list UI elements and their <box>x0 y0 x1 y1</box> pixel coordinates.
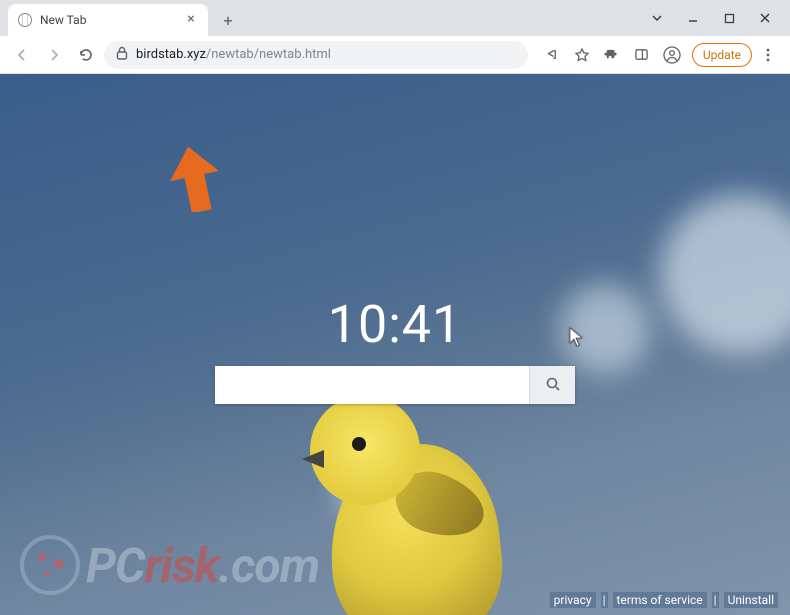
window-close-icon[interactable] <box>748 4 782 32</box>
watermark-pc: PC <box>86 537 145 594</box>
side-panel-icon[interactable] <box>628 41 656 69</box>
privacy-link[interactable]: privacy <box>550 592 596 608</box>
maximize-icon[interactable] <box>712 4 746 32</box>
search-icon <box>545 376 561 395</box>
clock: 10:41 <box>0 294 790 355</box>
toolbar-right: Update <box>538 41 782 69</box>
tab-title: New Tab <box>40 13 86 27</box>
uninstall-link[interactable]: Uninstall <box>724 592 778 608</box>
watermark: PCrisk.com <box>20 535 319 595</box>
address-bar[interactable]: birdstab.xyz/newtab/newtab.html <box>104 41 528 69</box>
search-bar <box>215 366 575 404</box>
footer-links: privacy | terms of service | Uninstall <box>550 593 778 607</box>
watermark-badge <box>20 535 80 595</box>
watermark-text: PCrisk.com <box>86 537 319 594</box>
lock-icon <box>116 46 128 64</box>
titlebar: New Tab × + <box>0 0 790 36</box>
cursor-icon <box>569 327 583 351</box>
chevron-down-icon[interactable] <box>640 4 674 32</box>
kebab-menu-icon[interactable] <box>754 41 782 69</box>
puzzle-icon[interactable] <box>598 41 626 69</box>
minimize-icon[interactable] <box>676 4 710 32</box>
separator: | <box>601 592 608 608</box>
star-icon[interactable] <box>568 41 596 69</box>
annotation-arrow-icon <box>170 146 220 216</box>
update-button[interactable]: Update <box>692 43 752 67</box>
globe-icon <box>18 13 32 27</box>
share-icon[interactable] <box>538 41 566 69</box>
back-arrow-icon[interactable] <box>8 41 36 69</box>
url-path: /newtab/newtab.html <box>206 47 331 62</box>
forward-arrow-icon[interactable] <box>40 41 68 69</box>
url-domain: birdstab.xyz <box>136 47 206 62</box>
close-icon[interactable]: × <box>184 13 198 27</box>
plus-icon[interactable]: + <box>214 6 242 34</box>
bird-illustration <box>300 395 520 615</box>
toolbar: birdstab.xyz/newtab/newtab.html Update <box>0 36 790 74</box>
reload-icon[interactable] <box>72 41 100 69</box>
watermark-risk: risk <box>145 537 219 594</box>
separator: | <box>712 592 719 608</box>
newtab-content: 10:41 PCrisk.com privacy | terms of serv… <box>0 74 790 615</box>
browser-tab[interactable]: New Tab × <box>8 4 208 36</box>
terms-link[interactable]: terms of service <box>613 592 707 608</box>
search-input[interactable] <box>215 366 529 404</box>
url-text: birdstab.xyz/newtab/newtab.html <box>136 47 331 62</box>
profile-icon[interactable] <box>658 41 686 69</box>
window-controls <box>640 0 782 36</box>
search-button[interactable] <box>529 366 575 404</box>
